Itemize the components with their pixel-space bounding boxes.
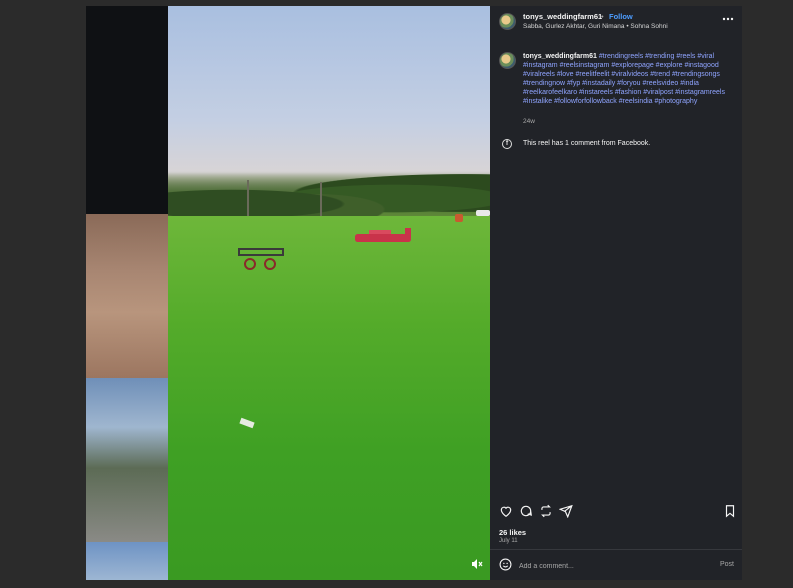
author-username[interactable]: tonys_weddingfarm61 — [523, 12, 602, 21]
post-comment-button[interactable]: Post — [720, 561, 734, 568]
audio-track[interactable]: Sabba, Gurlez Akhtar, Guri Nimana • Sohn… — [523, 23, 668, 30]
avatar[interactable] — [499, 52, 516, 69]
more-horizontal-icon[interactable] — [722, 12, 734, 24]
post-details-panel: tonys_weddingfarm61 • Follow Sabba, Gurl… — [490, 6, 742, 580]
field-object — [476, 210, 490, 216]
facebook-icon: f — [502, 139, 512, 149]
emoji-icon[interactable] — [499, 558, 513, 572]
reels-thumbnail-strip — [86, 6, 168, 580]
thumbnail-next[interactable] — [86, 542, 168, 580]
follow-button[interactable]: Follow — [609, 12, 633, 21]
thumbnail-previous[interactable] — [86, 6, 168, 214]
facebook-note-text: This reel has 1 comment from Facebook. — [523, 140, 651, 147]
caption-timestamp: 24w — [523, 118, 535, 125]
post-header: tonys_weddingfarm61 • Follow Sabba, Gurl… — [490, 6, 742, 42]
post-date: July 11 — [499, 538, 518, 544]
separator-dot: • — [601, 12, 604, 21]
caption-text: tonys_weddingfarm61 #trendingreels #tren… — [523, 52, 737, 107]
reel-video[interactable] — [168, 6, 490, 580]
action-bar — [499, 504, 735, 522]
comment-input[interactable] — [519, 560, 699, 572]
caption-username[interactable]: tonys_weddingfarm61 — [523, 53, 597, 60]
toy-airplane — [355, 228, 411, 246]
thumbnail-vintage-car[interactable] — [86, 378, 168, 542]
comment-icon[interactable] — [519, 504, 535, 520]
avatar[interactable] — [499, 13, 516, 30]
facebook-comment-note: f This reel has 1 comment from Facebook. — [499, 138, 735, 152]
caption-hashtags[interactable]: #trendingreels #trending #reels #viral #… — [523, 53, 725, 105]
divider — [490, 549, 742, 550]
share-icon[interactable] — [558, 504, 575, 520]
likes-count[interactable]: 26 likes — [499, 528, 526, 537]
bookmark-icon[interactable] — [723, 504, 739, 520]
farm-cart — [238, 244, 290, 270]
comment-box: Post — [490, 552, 742, 578]
repost-icon[interactable] — [539, 504, 555, 520]
grass-field — [168, 216, 490, 580]
heart-icon[interactable] — [499, 504, 515, 520]
volume-muted-icon[interactable] — [470, 558, 484, 572]
thumbnail-pottery[interactable] — [86, 214, 168, 378]
field-object — [455, 214, 463, 222]
